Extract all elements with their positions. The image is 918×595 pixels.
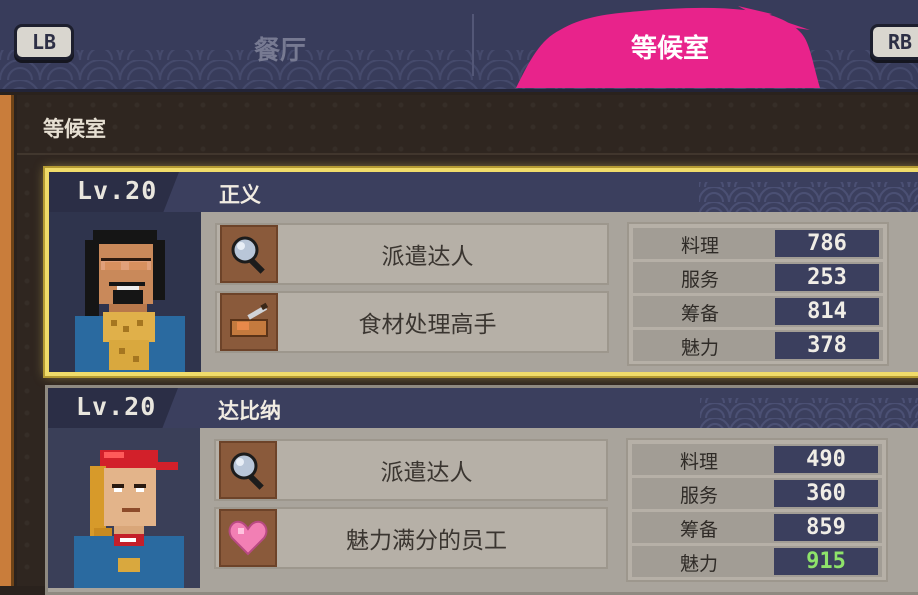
skill-label: 派遣达人 [380,460,473,486]
staff-card-header: Lv.20 正义 [49,172,918,212]
stat-value: 786 [775,230,879,257]
stat-value: 378 [775,332,879,359]
magnifier-icon [219,441,277,499]
section-divider [17,153,918,155]
stat-name: 服务 [680,485,719,507]
skill-slot[interactable]: 魅力满分的员工 [214,507,608,569]
skill-label: 食材处理高手 [358,312,497,338]
level-label: Lv.20 [77,176,158,205]
staff-portrait [48,428,200,588]
stat-row-cooking: 料理 786 [633,228,883,259]
stat-row-service: 服务 253 [633,262,883,293]
stat-value: 490 [774,446,878,473]
staff-card-header: Lv.20 达比纳 [48,388,918,428]
skill-slot[interactable]: 食材处理高手 [215,291,609,353]
staff-portrait-image [74,450,184,588]
heart-icon [219,509,277,567]
stat-row-charm: 魅力 378 [633,330,883,361]
stat-row-service: 服务 360 [632,478,882,509]
stat-name: 筹备 [681,303,720,325]
stat-row-prep: 筹备 814 [633,296,883,327]
staff-name: 正义 [219,183,261,207]
tab-restaurant-label: 餐厅 [253,35,306,66]
skill-slot[interactable]: 派遣达人 [214,439,608,501]
tab-restaurant[interactable]: 餐厅 [110,20,450,76]
staff-card[interactable]: Lv.20 正义 派遣达人 食材处理高手 料理 786 服务 253 筹备 81… [45,168,918,376]
staff-card[interactable]: Lv.20 达比纳 派遣达人 魅力满分的员工 料理 490 服务 360 筹备 … [45,385,918,595]
cutting-board-icon [220,293,278,351]
stat-value: 253 [775,264,879,291]
top-tab-bar: LB 餐厅 等候室 RB [0,0,918,92]
stat-value: 814 [775,298,879,325]
magnifier-icon [220,225,278,283]
stat-row-cooking: 料理 490 [632,444,882,475]
tab-divider [472,14,474,76]
rb-button[interactable]: RB [870,24,918,60]
staff-name: 达比纳 [218,399,281,423]
skill-label: 派遣达人 [381,244,474,270]
stat-name: 魅力 [680,553,719,575]
skill-label: 魅力满分的员工 [346,528,507,554]
header-wave-pattern [699,182,918,212]
left-rail [0,95,14,586]
skill-slot[interactable]: 派遣达人 [215,223,609,285]
tab-waiting-room[interactable]: 等候室 [510,0,830,89]
section-title: 等候室 [43,117,106,141]
stats-panel: 料理 490 服务 360 筹备 859 魅力 915 [626,438,888,582]
header-wave-pattern [700,398,918,428]
staff-portrait-image [75,230,185,372]
stat-name: 筹备 [680,519,719,541]
stat-row-charm: 魅力 915 [632,546,882,577]
tab-waiting-room-label: 等候室 [630,33,709,64]
stat-value: 360 [774,480,878,507]
stat-value: 859 [774,514,878,541]
stat-name: 料理 [681,235,720,257]
stat-row-prep: 筹备 859 [632,512,882,543]
staff-portrait [49,212,201,372]
waiting-room-panel: 等候室 Lv.20 正义 派遣达人 食材处理高手 料理 786 服务 253 筹… [17,95,918,595]
stat-name: 料理 [680,451,719,473]
lb-button[interactable]: LB [14,24,74,60]
stat-name: 魅力 [681,337,720,359]
stat-value: 915 [774,548,878,575]
stats-panel: 料理 786 服务 253 筹备 814 魅力 378 [627,222,889,366]
stat-name: 服务 [681,269,720,291]
level-label: Lv.20 [76,392,157,421]
